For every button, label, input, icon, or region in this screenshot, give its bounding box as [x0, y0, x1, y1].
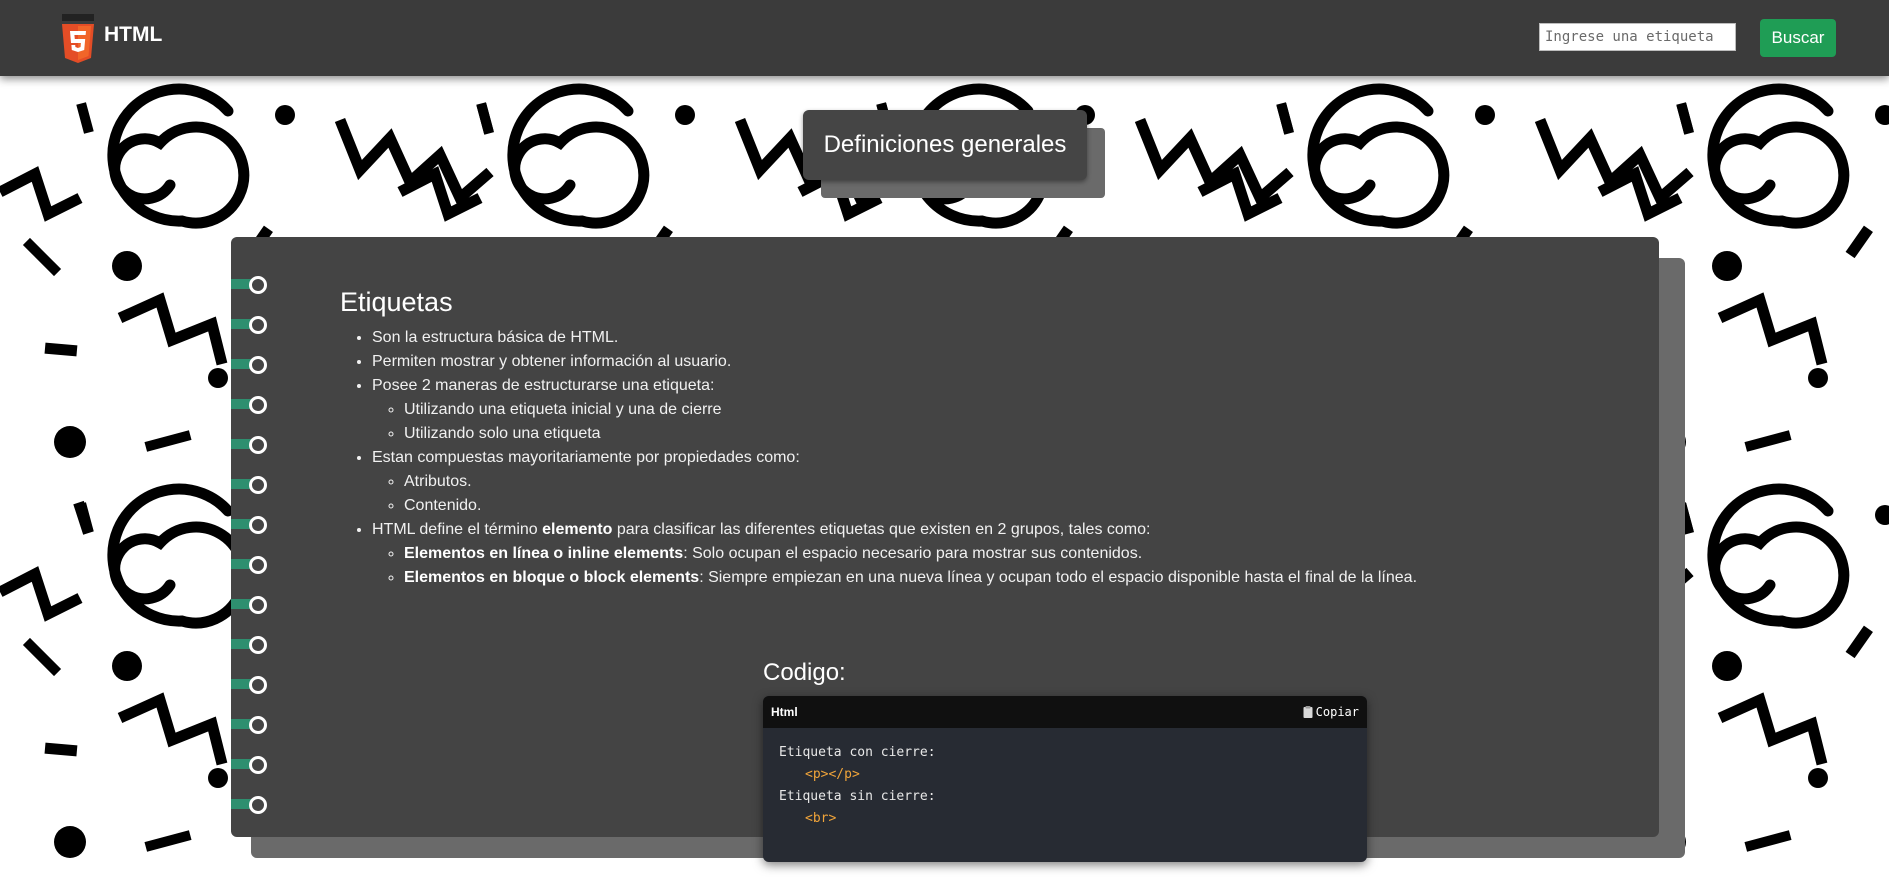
spiral-ring-icon	[231, 356, 267, 374]
content-heading: Etiquetas	[340, 287, 453, 317]
code-line-tag: <p></p>	[805, 767, 860, 782]
navbar: HTML Buscar	[0, 0, 1889, 76]
brand-link[interactable]: HTML	[60, 12, 162, 64]
list-item-bold: elemento	[542, 521, 613, 538]
sublist: Utilizando una etiqueta inicial y una de…	[372, 398, 1600, 446]
search-input[interactable]	[1539, 23, 1736, 51]
spiral-ring-icon	[231, 316, 267, 334]
code-line: Etiqueta con cierre:	[779, 745, 936, 760]
code-block: Html Copiar Etiqueta con cierre: <p></p>…	[763, 696, 1367, 862]
content-area: Etiquetas Son la estructura básica de HT…	[340, 287, 1600, 862]
spiral-ring-icon	[231, 476, 267, 494]
list-item: Estan compuestas mayoritariamente por pr…	[372, 446, 1600, 518]
sublist-item-text: : Solo ocupan el espacio necesario para …	[683, 545, 1143, 562]
spiral-ring-icon	[231, 556, 267, 574]
html5-logo-icon	[62, 14, 94, 63]
sublist: Atributos. Contenido.	[372, 470, 1600, 518]
list-item-text: Estan compuestas mayoritariamente por pr…	[372, 449, 800, 466]
clipboard-icon	[1303, 706, 1313, 718]
sublist-item: Atributos.	[404, 470, 1600, 494]
spiral-ring-icon	[231, 516, 267, 534]
list-item-text: Posee 2 maneras de estructurarse una eti…	[372, 377, 715, 394]
spiral-ring-icon	[231, 676, 267, 694]
spiral-ring-icon	[231, 636, 267, 654]
copy-button[interactable]: Copiar	[1303, 705, 1359, 719]
code-body: Etiqueta con cierre: <p></p> Etiqueta si…	[763, 728, 1367, 844]
notebook-panel: Etiquetas Son la estructura básica de HT…	[231, 237, 1659, 862]
spiral-ring-icon	[231, 436, 267, 454]
definitions-list: Son la estructura básica de HTML. Permit…	[340, 326, 1600, 590]
search-button[interactable]: Buscar	[1760, 19, 1836, 57]
list-item-text: HTML define el término	[372, 521, 543, 538]
sublist-item: Utilizando una etiqueta inicial y una de…	[404, 398, 1600, 422]
code-line-tag: <br>	[805, 811, 837, 826]
sublist-item-bold: Elementos en línea o inline elements	[404, 545, 684, 562]
sublist-item-text: : Siempre empiezan en una nueva línea y …	[699, 569, 1418, 586]
copy-label: Copiar	[1315, 705, 1359, 719]
spiral-ring-icon	[231, 276, 267, 294]
code-header: Html Copiar	[763, 696, 1367, 728]
spiral-ring-icon	[231, 716, 267, 734]
code-language-label: Html	[771, 705, 798, 719]
sublist-item-bold: Elementos en bloque o block elements	[404, 569, 700, 586]
code-section-title: Codigo:	[763, 659, 846, 686]
list-item-text: para clasificar las diferentes etiquetas…	[612, 521, 1151, 538]
sublist: Elementos en línea o inline elements: So…	[372, 542, 1600, 590]
list-item: Posee 2 maneras de estructurarse una eti…	[372, 374, 1600, 446]
list-item: Permiten mostrar y obtener información a…	[372, 350, 1600, 374]
spiral-ring-icon	[231, 796, 267, 814]
section-title: Definiciones generales	[803, 110, 1087, 180]
brand-name: HTML	[104, 23, 163, 46]
spiral-ring-icon	[231, 756, 267, 774]
sublist-item: Elementos en línea o inline elements: So…	[404, 542, 1600, 566]
list-item: HTML define el término elemento para cla…	[372, 518, 1600, 590]
sublist-item: Contenido.	[404, 494, 1600, 518]
code-line: Etiqueta sin cierre:	[779, 789, 936, 804]
list-item: Son la estructura básica de HTML.	[372, 326, 1600, 350]
spiral-ring-icon	[231, 396, 267, 414]
spiral-ring-icon	[231, 596, 267, 614]
sublist-item: Utilizando solo una etiqueta	[404, 422, 1600, 446]
sublist-item: Elementos en bloque o block elements: Si…	[404, 566, 1600, 590]
